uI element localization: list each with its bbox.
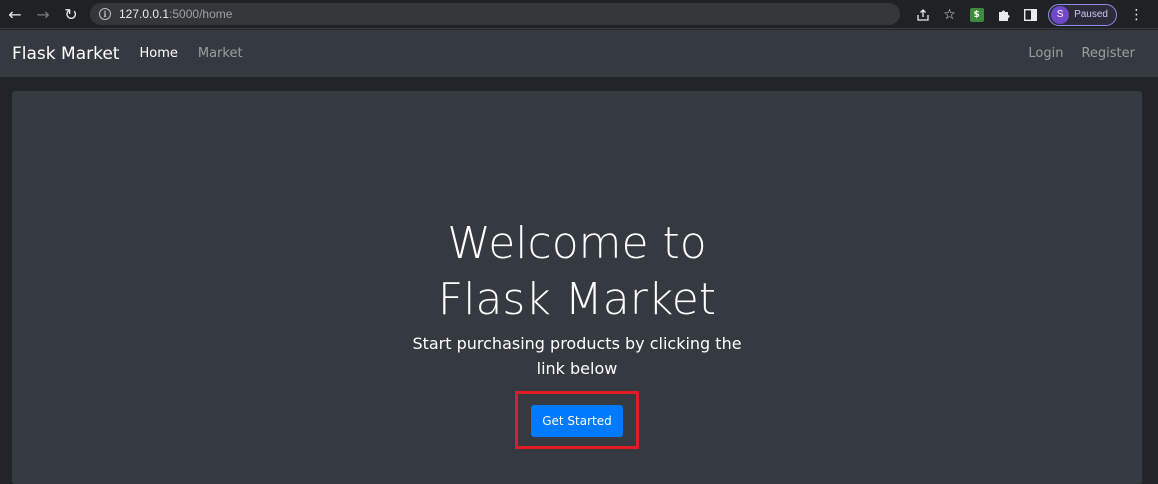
nav-right: Login Register [1010, 30, 1135, 77]
url-host: 127.0.0.1 [119, 7, 170, 21]
profile-status: Paused [1074, 9, 1108, 20]
hero-subtitle: Start purchasing products by clicking th… [412, 334, 742, 378]
nav-link-login[interactable]: Login [1028, 46, 1063, 61]
star-icon[interactable]: ☆ [936, 1, 963, 28]
nav-link-market[interactable]: Market [198, 46, 243, 61]
hero-jumbotron: Welcome to Flask Market Start purchasing… [12, 91, 1142, 484]
nav-link-home[interactable]: Home [139, 46, 177, 61]
hero-content: Welcome to Flask Market Start purchasing… [12, 216, 1142, 449]
hero-title: Welcome to Flask Market [437, 218, 717, 325]
puzzle-icon[interactable] [990, 1, 1017, 28]
avatar: S [1051, 5, 1070, 24]
reload-icon[interactable]: ↻ [58, 1, 84, 27]
cta-highlight-box: Get Started [515, 391, 639, 449]
browser-actions: ☆ $ S Paused ⋮ [909, 0, 1150, 29]
extension-icon[interactable]: $ [963, 1, 990, 28]
navbar: Flask Market Home Market Login Register [0, 30, 1158, 77]
profile-button[interactable]: S Paused [1048, 3, 1117, 26]
brand-link[interactable]: Flask Market [12, 44, 119, 64]
browser-toolbar: ← → ↻ i 127.0.0.1:5000/home ☆ $ S Paused… [0, 0, 1158, 29]
address-bar[interactable]: i 127.0.0.1:5000/home [90, 3, 900, 25]
url-path: :5000/home [169, 7, 233, 21]
get-started-button[interactable]: Get Started [531, 405, 623, 437]
kebab-menu-icon[interactable]: ⋮ [1123, 1, 1150, 28]
sidepanel-icon[interactable] [1017, 1, 1044, 28]
share-icon[interactable] [909, 1, 936, 28]
back-arrow-icon[interactable]: ← [2, 1, 28, 27]
forward-arrow-icon[interactable]: → [30, 1, 56, 27]
info-icon[interactable]: i [99, 8, 111, 20]
nav-link-register[interactable]: Register [1081, 46, 1135, 61]
